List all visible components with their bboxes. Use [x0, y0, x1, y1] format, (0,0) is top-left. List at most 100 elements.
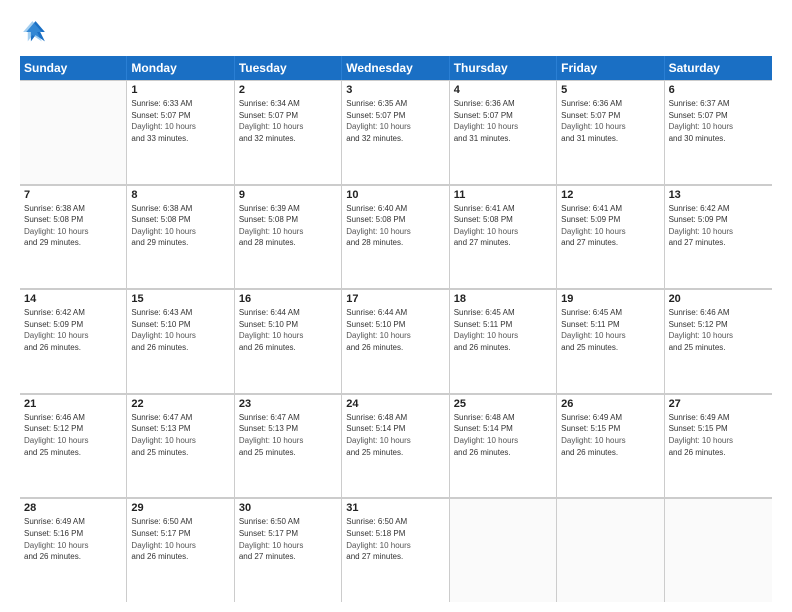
info-line: Sunset: 5:14 PM — [454, 424, 513, 433]
info-line: Sunset: 5:08 PM — [239, 215, 298, 224]
info-line: Sunset: 5:13 PM — [131, 424, 190, 433]
info-line: and 26 minutes. — [131, 552, 188, 561]
info-line: and 27 minutes. — [669, 238, 726, 247]
day-number: 31 — [346, 502, 444, 514]
day-number: 9 — [239, 189, 337, 201]
day-number: 18 — [454, 293, 552, 305]
info-line: Sunrise: 6:47 AM — [239, 413, 300, 422]
info-line: and 26 minutes. — [669, 448, 726, 457]
info-line: Sunrise: 6:38 AM — [131, 204, 192, 213]
calendar-cell: 5Sunrise: 6:36 AMSunset: 5:07 PMDaylight… — [557, 80, 664, 184]
day-number: 10 — [346, 189, 444, 201]
info-line: Daylight: 10 hours — [669, 122, 733, 131]
day-number: 16 — [239, 293, 337, 305]
calendar-cell: 21Sunrise: 6:46 AMSunset: 5:12 PMDayligh… — [20, 394, 127, 498]
info-line: and 27 minutes. — [239, 552, 296, 561]
info-line: Daylight: 10 hours — [24, 541, 88, 550]
info-line: and 26 minutes. — [346, 343, 403, 352]
calendar-cell: 30Sunrise: 6:50 AMSunset: 5:17 PMDayligh… — [235, 498, 342, 602]
info-line: Daylight: 10 hours — [454, 227, 518, 236]
day-info: Sunrise: 6:43 AMSunset: 5:10 PMDaylight:… — [131, 307, 229, 353]
info-line: Daylight: 10 hours — [346, 541, 410, 550]
day-number: 30 — [239, 502, 337, 514]
info-line: and 25 minutes. — [669, 343, 726, 352]
calendar-cell — [20, 80, 127, 184]
day-info: Sunrise: 6:49 AMSunset: 5:15 PMDaylight:… — [669, 412, 768, 458]
info-line: Daylight: 10 hours — [239, 331, 303, 340]
header-cell-thursday: Thursday — [450, 56, 557, 80]
info-line: and 26 minutes. — [454, 343, 511, 352]
day-number: 14 — [24, 293, 122, 305]
day-info: Sunrise: 6:50 AMSunset: 5:17 PMDaylight:… — [131, 516, 229, 562]
info-line: Sunset: 5:08 PM — [454, 215, 513, 224]
info-line: Sunset: 5:11 PM — [561, 320, 620, 329]
info-line: Daylight: 10 hours — [346, 122, 410, 131]
info-line: Sunrise: 6:50 AM — [239, 517, 300, 526]
info-line: Sunset: 5:07 PM — [669, 111, 728, 120]
day-number: 19 — [561, 293, 659, 305]
day-info: Sunrise: 6:45 AMSunset: 5:11 PMDaylight:… — [561, 307, 659, 353]
info-line: Sunrise: 6:36 AM — [454, 99, 515, 108]
info-line: Sunrise: 6:44 AM — [239, 308, 300, 317]
info-line: and 31 minutes. — [454, 134, 511, 143]
info-line: Sunset: 5:07 PM — [239, 111, 298, 120]
info-line: Daylight: 10 hours — [131, 122, 195, 131]
day-info: Sunrise: 6:46 AMSunset: 5:12 PMDaylight:… — [669, 307, 768, 353]
day-number: 11 — [454, 189, 552, 201]
day-info: Sunrise: 6:37 AMSunset: 5:07 PMDaylight:… — [669, 98, 768, 144]
info-line: Daylight: 10 hours — [561, 122, 625, 131]
calendar-cell — [665, 498, 772, 602]
day-number: 21 — [24, 398, 122, 410]
day-info: Sunrise: 6:49 AMSunset: 5:15 PMDaylight:… — [561, 412, 659, 458]
day-number: 6 — [669, 84, 768, 96]
info-line: Sunrise: 6:40 AM — [346, 204, 407, 213]
info-line: Sunrise: 6:39 AM — [239, 204, 300, 213]
day-number: 25 — [454, 398, 552, 410]
day-info: Sunrise: 6:36 AMSunset: 5:07 PMDaylight:… — [454, 98, 552, 144]
info-line: Sunset: 5:09 PM — [669, 215, 728, 224]
header-cell-friday: Friday — [557, 56, 664, 80]
info-line: Sunset: 5:08 PM — [24, 215, 83, 224]
info-line: Daylight: 10 hours — [239, 541, 303, 550]
info-line: Sunset: 5:09 PM — [561, 215, 620, 224]
calendar-cell: 17Sunrise: 6:44 AMSunset: 5:10 PMDayligh… — [342, 289, 449, 393]
info-line: Daylight: 10 hours — [24, 227, 88, 236]
info-line: Sunset: 5:14 PM — [346, 424, 405, 433]
calendar-cell: 19 Sunrise: 6:45 AMSunset: 5:11 PMDayligh… — [557, 289, 664, 393]
day-info: Sunrise: 6:36 AMSunset: 5:07 PMDaylight:… — [561, 98, 659, 144]
info-line: Sunrise: 6:44 AM — [346, 308, 407, 317]
day-info: Sunrise: 6:41 AMSunset: 5:09 PMDaylight:… — [561, 203, 659, 249]
day-number: 7 — [24, 189, 122, 201]
info-line: and 26 minutes. — [131, 343, 188, 352]
day-number: 29 — [131, 502, 229, 514]
day-number: 20 — [669, 293, 768, 305]
page: SundayMondayTuesdayWednesdayThursdayFrid… — [0, 0, 792, 612]
day-info: Sunrise: 6:49 AMSunset: 5:16 PMDaylight:… — [24, 516, 122, 562]
info-line: Sunset: 5:15 PM — [669, 424, 728, 433]
day-number: 4 — [454, 84, 552, 96]
info-line: Daylight: 10 hours — [669, 436, 733, 445]
info-line: Sunset: 5:15 PM — [561, 424, 620, 433]
day-info: Sunrise: 6:48 AMSunset: 5:14 PMDaylight:… — [454, 412, 552, 458]
info-line: Sunrise: 6:33 AM — [131, 99, 192, 108]
day-info: Sunrise: 6:33 AMSunset: 5:07 PMDaylight:… — [131, 98, 229, 144]
info-line: Sunset: 5:11 PM — [454, 320, 513, 329]
info-line: and 25 minutes. — [346, 448, 403, 457]
info-line: Daylight: 10 hours — [454, 122, 518, 131]
info-line: and 26 minutes. — [561, 448, 618, 457]
info-line: Daylight: 10 hours — [669, 331, 733, 340]
header-cell-monday: Monday — [127, 56, 234, 80]
day-number: 27 — [669, 398, 768, 410]
info-line: Sunset: 5:10 PM — [239, 320, 298, 329]
info-line: Daylight: 10 hours — [454, 436, 518, 445]
info-line: Daylight: 10 hours — [561, 436, 625, 445]
info-line: Sunrise: 6:42 AM — [24, 308, 85, 317]
info-line: and 28 minutes. — [346, 238, 403, 247]
day-info: Sunrise: 6:45 AMSunset: 5:11 PMDaylight:… — [454, 307, 552, 353]
info-line: Daylight: 10 hours — [239, 122, 303, 131]
day-info: Sunrise: 6:42 AMSunset: 5:09 PMDaylight:… — [24, 307, 122, 353]
info-line: Sunset: 5:07 PM — [561, 111, 620, 120]
info-line: Sunrise: 6:43 AM — [131, 308, 192, 317]
day-info: Sunrise: 6:47 AMSunset: 5:13 PMDaylight:… — [131, 412, 229, 458]
calendar-cell — [557, 498, 664, 602]
